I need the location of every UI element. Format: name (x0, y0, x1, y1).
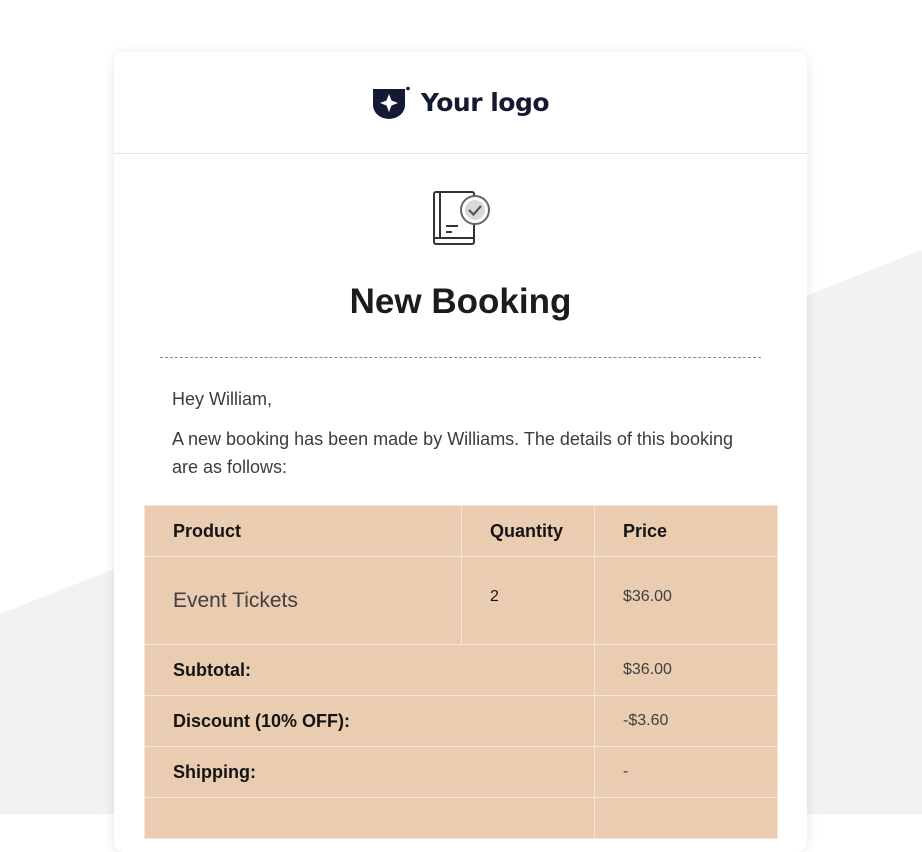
table-row: Event Tickets 2 $36.00 (144, 556, 778, 645)
item-price: $36.00 (623, 587, 672, 605)
summary-label-empty (144, 797, 595, 839)
item-price-cell: $36.00 (594, 556, 778, 645)
logo[interactable]: Your logo (372, 86, 550, 120)
summary-row-discount: Discount (10% OFF): -$3.60 (144, 695, 778, 747)
email-card: Your logo New Booking Hey William, A new… (114, 52, 807, 852)
summary-row-shipping: Shipping: - (144, 746, 778, 798)
summary-row-subtotal: Subtotal: $36.00 (144, 644, 778, 696)
summary-value: $36.00 (594, 644, 778, 696)
dashed-divider (160, 357, 761, 358)
summary-value-empty (594, 797, 778, 839)
logo-shield-icon (372, 86, 410, 119)
logo-text: Your logo (420, 88, 550, 117)
header-quantity: Quantity (461, 505, 595, 557)
summary-label: Discount (10% OFF): (144, 695, 595, 747)
book-check-icon (433, 191, 490, 245)
item-quantity-cell: 2 (461, 556, 595, 645)
page-title: New Booking (349, 282, 572, 321)
summary-row-partial (144, 797, 778, 839)
email-header: Your logo (114, 52, 807, 154)
booking-table: Product Quantity Price Event Tickets 2 $… (144, 505, 778, 839)
greeting-text: Hey William, (172, 389, 273, 409)
booking-table-wrapper: Product Quantity Price Event Tickets 2 $… (144, 505, 778, 839)
summary-label: Shipping: (144, 746, 595, 798)
header-price: Price (594, 505, 778, 557)
summary-value: - (594, 746, 778, 798)
header-product: Product (144, 505, 462, 557)
summary-label: Subtotal: (144, 644, 595, 696)
item-product: Event Tickets (173, 588, 298, 612)
summary-value: -$3.60 (594, 695, 778, 747)
item-product-cell: Event Tickets (144, 556, 462, 645)
intro-text: A new booking has been made by Williams.… (172, 429, 733, 477)
table-header-row: Product Quantity Price (144, 505, 778, 557)
item-quantity: 2 (490, 587, 499, 605)
